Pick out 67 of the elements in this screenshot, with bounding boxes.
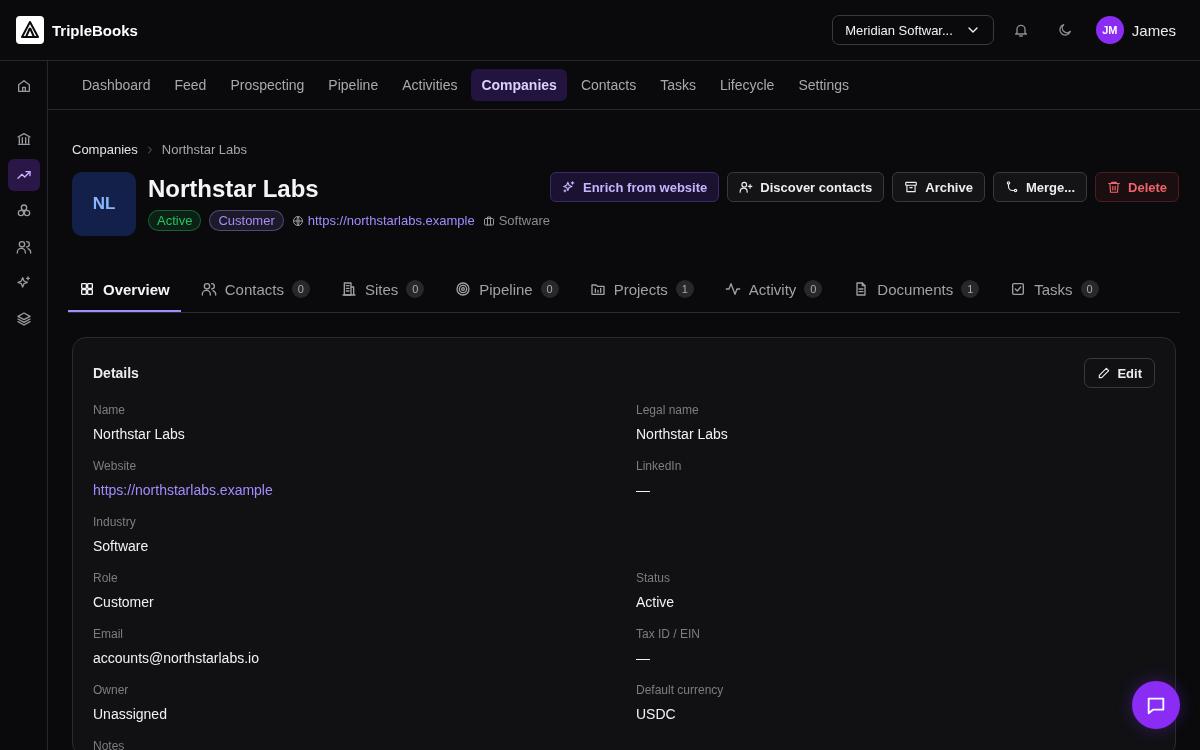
count-badge: 0	[540, 280, 559, 298]
field-value: —	[636, 649, 651, 668]
status-badge: Active	[148, 210, 202, 231]
website-link[interactable]: https://northstarlabs.example	[93, 480, 273, 500]
user-avatar[interactable]: JM	[1095, 16, 1124, 44]
field-label: Owner	[93, 682, 130, 698]
field-value: Northstar Labs	[636, 425, 729, 444]
nav-tab[interactable]: Feed	[164, 69, 217, 101]
nav-tab[interactable]: Activities	[392, 69, 468, 101]
delete-button[interactable]: Delete	[1095, 172, 1180, 202]
field-value: Northstar Labs	[93, 425, 186, 444]
field-label: Notes	[93, 738, 126, 750]
user-name: James	[1131, 21, 1176, 39]
field-label: Status	[636, 570, 672, 586]
field-label: LinkedIn	[636, 458, 683, 474]
count-badge: 0	[1080, 280, 1099, 298]
count-badge: 0	[291, 280, 310, 298]
tab[interactable]: Tasks 0	[999, 268, 1110, 312]
nav-tab[interactable]: Dashboard	[72, 69, 161, 101]
enrich-button[interactable]: Enrich from website	[550, 172, 720, 202]
field-label: Email	[93, 626, 124, 642]
count-badge: 0	[804, 280, 823, 298]
tab[interactable]: Projects 1	[578, 268, 705, 312]
field-label: Industry	[93, 514, 137, 530]
field-value: Customer	[93, 593, 155, 612]
nav-tab[interactable]: Pipeline	[318, 69, 389, 101]
breadcrumb-item[interactable]: Companies	[72, 142, 138, 157]
company-avatar: NL	[72, 172, 136, 236]
field-label: Default currency	[636, 682, 725, 698]
field-label: Website	[93, 458, 138, 474]
field-label: Role	[93, 570, 119, 586]
field-value: USDC	[636, 705, 677, 724]
workspace-dropdown[interactable]: Meridian Softwar...	[832, 15, 994, 45]
tab[interactable]: Sites 0	[329, 268, 436, 312]
industry-label: Software	[498, 213, 550, 228]
field-value: accounts@northstarlabs.io	[93, 649, 260, 668]
tab[interactable]: Contacts 0	[189, 268, 321, 312]
edit-button[interactable]: Edit	[1084, 358, 1155, 388]
tab[interactable]: Pipeline 0	[444, 268, 570, 312]
discover-contacts-button[interactable]: Discover contacts	[727, 172, 885, 202]
tab[interactable]: Documents 1	[842, 268, 991, 312]
website-link[interactable]: https://northstarlabs.example	[307, 213, 475, 228]
archive-button[interactable]: Archive	[892, 172, 985, 202]
merge-button[interactable]: Merge...	[992, 172, 1088, 202]
count-badge: 1	[675, 280, 694, 298]
count-badge: 0	[406, 280, 425, 298]
status-badge: Customer	[209, 210, 284, 231]
field-label: Legal name	[636, 402, 700, 418]
nav-tab[interactable]: Companies	[471, 69, 567, 101]
nav-tab[interactable]: Lifecycle	[709, 69, 785, 101]
field-label: Tax ID / EIN	[636, 626, 701, 642]
nav-tab[interactable]: Prospecting	[220, 69, 315, 101]
tab[interactable]: Overview	[68, 268, 181, 312]
app-name: TripleBooks	[52, 21, 138, 39]
nav-tab[interactable]: Tasks	[650, 69, 706, 101]
tab[interactable]: Activity 0	[713, 268, 834, 312]
field-label: Name	[93, 402, 126, 418]
company-name: Northstar Labs	[148, 174, 320, 204]
field-value: —	[636, 481, 651, 500]
nav-tab[interactable]: Contacts	[570, 69, 647, 101]
section-title: Details	[93, 365, 139, 381]
breadcrumb-item: Northstar Labs	[161, 142, 248, 157]
field-value: Software	[93, 537, 150, 556]
field-value: Unassigned	[93, 705, 168, 724]
nav-tab[interactable]: Settings	[788, 69, 859, 101]
field-value: Active	[636, 593, 676, 612]
count-badge: 1	[961, 280, 980, 298]
